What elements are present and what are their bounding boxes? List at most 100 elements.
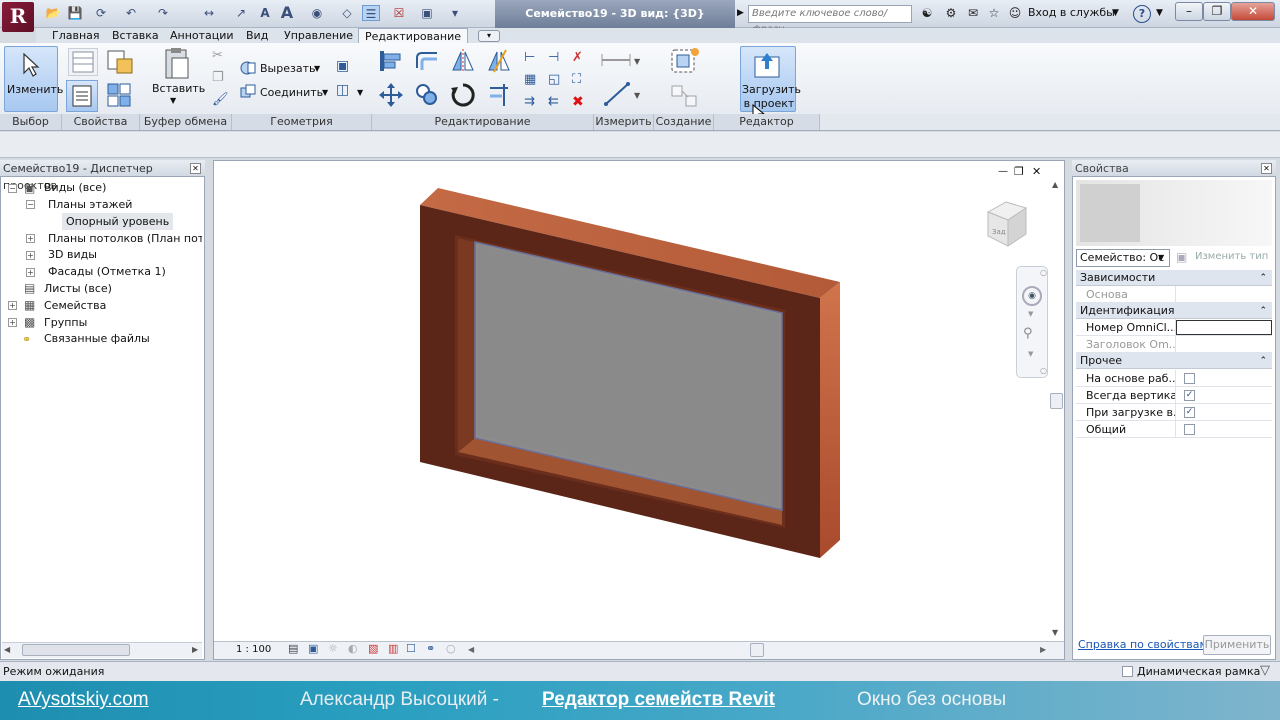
hscroll-left-icon[interactable]: ◀ bbox=[468, 645, 474, 654]
tree-item-families[interactable]: Семейства bbox=[44, 297, 106, 314]
wall-joins-icon[interactable]: ▣ bbox=[336, 58, 354, 76]
tree-item-elevations[interactable]: Фасады (Отметка 1) bbox=[48, 263, 166, 280]
rotate-icon[interactable] bbox=[450, 82, 476, 108]
array-icon[interactable]: ▦ bbox=[524, 72, 542, 90]
mirror-axis-icon[interactable] bbox=[450, 48, 476, 74]
prop-row-host[interactable]: Основа bbox=[1076, 286, 1272, 303]
temporary-hide-icon[interactable]: ⚭ bbox=[426, 642, 435, 655]
type-selector[interactable]: Семейство: Ос bbox=[1076, 249, 1170, 267]
trim-extend-icon[interactable] bbox=[486, 82, 512, 108]
work-plane-based-checkbox[interactable] bbox=[1184, 373, 1195, 384]
trim-multiple-icon[interactable]: ⇉ bbox=[524, 94, 542, 112]
text-icon[interactable]: A bbox=[256, 5, 274, 21]
scroll-right-icon[interactable]: ▶ bbox=[192, 645, 198, 654]
mirror-draw-icon[interactable] bbox=[486, 48, 512, 74]
join-geometry-label[interactable]: Соединить bbox=[260, 86, 323, 99]
viewcube[interactable]: Зад bbox=[982, 196, 1032, 252]
redo-icon[interactable]: ↷ bbox=[154, 5, 172, 21]
pin-icon[interactable]: ⛶ bbox=[572, 72, 590, 90]
group-constraints[interactable]: Зависимости ⌃ bbox=[1076, 270, 1272, 286]
scroll-left-icon[interactable]: ◀ bbox=[4, 645, 10, 654]
window-model[interactable] bbox=[400, 180, 860, 570]
split-gap-icon[interactable]: ⊣ bbox=[548, 50, 566, 68]
create-group-icon[interactable] bbox=[668, 46, 702, 78]
scroll-down-icon[interactable]: ▼ bbox=[1052, 628, 1058, 637]
save-icon[interactable]: 💾 bbox=[66, 5, 84, 21]
maximize-button[interactable]: ❐ bbox=[1203, 2, 1231, 21]
view-restore-icon[interactable]: ❐ bbox=[1014, 165, 1024, 178]
panel-select-label[interactable]: Выбор bbox=[0, 114, 62, 130]
switch-windows-icon[interactable]: ▣ bbox=[418, 5, 436, 21]
split-face-icon[interactable]: ◫ bbox=[336, 82, 354, 100]
paste-dropdown-icon[interactable]: ▼ bbox=[170, 96, 176, 105]
scale-icon[interactable]: ◱ bbox=[548, 72, 566, 90]
sun-path-icon[interactable]: ☼ bbox=[328, 642, 338, 655]
copy-icon[interactable]: ❐ bbox=[212, 70, 230, 88]
search-expand-icon[interactable]: ▶ bbox=[737, 8, 744, 18]
lock-view-icon[interactable]: ☐ bbox=[406, 642, 416, 655]
tab-view[interactable]: Вид bbox=[240, 28, 274, 44]
thin-lines-icon[interactable]: ☰ bbox=[362, 5, 380, 21]
project-browser-close-icon[interactable]: ✕ bbox=[190, 163, 201, 174]
wheel-dropdown-icon[interactable]: ▼ bbox=[1028, 310, 1033, 318]
create-similar-icon[interactable] bbox=[668, 80, 702, 112]
prop-row-always-vertical[interactable]: Всегда вертика... ✓ bbox=[1076, 387, 1272, 404]
cut-with-voids-checkbox[interactable]: ✓ bbox=[1184, 407, 1195, 418]
binoculars-icon[interactable]: ☯ bbox=[918, 5, 936, 21]
paste-label[interactable]: Вставить bbox=[152, 82, 205, 95]
edit-type-icon[interactable]: ▣ bbox=[1176, 250, 1187, 264]
login-link[interactable]: Вход в службы bbox=[1028, 6, 1115, 19]
edit-type-button[interactable]: Изменить тип bbox=[1195, 251, 1268, 262]
always-vertical-checkbox[interactable]: ✓ bbox=[1184, 390, 1195, 401]
tab-annotate[interactable]: Аннотации bbox=[164, 28, 240, 44]
nav-options-icon[interactable]: ○ bbox=[1040, 366, 1047, 375]
trim-single-icon[interactable]: ⇇ bbox=[548, 94, 566, 112]
chevron-down-icon[interactable]: ▼ bbox=[1112, 8, 1119, 18]
vscroll-thumb[interactable] bbox=[1050, 393, 1063, 409]
view-vscrollbar[interactable] bbox=[1050, 178, 1064, 640]
paste-icon[interactable] bbox=[156, 48, 196, 82]
prop-row-omniclass-title[interactable]: Заголовок Om... bbox=[1076, 336, 1272, 353]
detail-level-icon[interactable]: ▤ bbox=[288, 642, 298, 655]
tree-item-floor-plans[interactable]: Планы этажей bbox=[48, 196, 132, 213]
group-other[interactable]: Прочее ⌃ bbox=[1076, 353, 1272, 369]
expand-icon[interactable]: + bbox=[26, 268, 35, 277]
collapse-group-icon[interactable]: ⌃ bbox=[1259, 303, 1267, 319]
hscroll-right-icon[interactable]: ▶ bbox=[1040, 645, 1046, 654]
omniclass-number-input[interactable] bbox=[1176, 320, 1272, 335]
filter-icon[interactable]: ▽ bbox=[1260, 663, 1270, 678]
3d-view-icon[interactable]: ◉ bbox=[308, 5, 326, 21]
undo-icon[interactable]: ↶ bbox=[122, 5, 140, 21]
type-selector-dropdown-icon[interactable]: ▼ bbox=[1158, 253, 1164, 262]
expand-icon[interactable]: + bbox=[26, 234, 35, 243]
prop-row-cut-with-voids[interactable]: При загрузке в... ✓ bbox=[1076, 404, 1272, 421]
shared-checkbox[interactable] bbox=[1184, 424, 1195, 435]
help-icon[interactable]: ? bbox=[1133, 5, 1151, 23]
prop-row-shared[interactable]: Общий bbox=[1076, 421, 1272, 438]
view-scale[interactable]: 1 : 100 bbox=[236, 644, 271, 655]
tab-modify[interactable]: Редактирование bbox=[358, 28, 468, 44]
tree-item-views[interactable]: Виды (все) bbox=[44, 179, 106, 196]
minimize-button[interactable]: – bbox=[1175, 2, 1203, 21]
prop-row-work-plane-based[interactable]: На основе раб... bbox=[1076, 370, 1272, 387]
tree-item-ceiling-plans[interactable]: Планы потолков (План потолк bbox=[48, 230, 202, 247]
family-category-icon[interactable] bbox=[104, 48, 134, 76]
view-minimize-icon[interactable]: — bbox=[998, 166, 1008, 177]
join-geometry-icon[interactable] bbox=[240, 84, 256, 100]
open-icon[interactable]: 📂 bbox=[44, 5, 62, 21]
shadows-icon[interactable]: ◐ bbox=[348, 642, 358, 655]
measure-icon[interactable]: ↔ bbox=[200, 5, 218, 21]
type-properties-icon[interactable] bbox=[104, 80, 136, 112]
properties-help-link[interactable]: Справка по свойствам bbox=[1078, 638, 1208, 651]
close-hidden-icon[interactable]: ☒ bbox=[390, 5, 408, 21]
panel-measure-label[interactable]: Измерить bbox=[594, 114, 654, 130]
properties-close-icon[interactable]: ✕ bbox=[1261, 163, 1272, 174]
modify-button[interactable]: Изменить bbox=[4, 46, 63, 112]
crop-region-icon[interactable]: ▥ bbox=[388, 642, 398, 655]
expand-icon[interactable]: + bbox=[8, 318, 17, 327]
tree-item-ref-level[interactable]: Опорный уровень bbox=[62, 213, 174, 230]
family-types-icon[interactable] bbox=[68, 48, 98, 76]
aligned-dimension-icon[interactable]: ▼ bbox=[600, 80, 641, 110]
copy-element-icon[interactable] bbox=[414, 82, 440, 108]
collapse-icon[interactable]: − bbox=[8, 184, 17, 193]
